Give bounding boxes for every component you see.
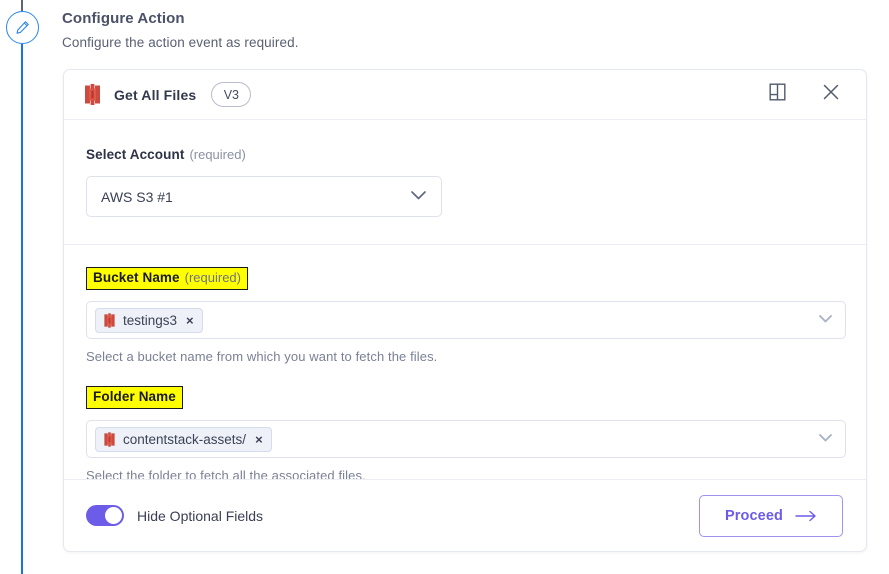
- select-account-label: Select Account: [86, 147, 185, 162]
- folder-name-label: Folder Name: [93, 389, 176, 404]
- edit-step-button[interactable]: [6, 11, 39, 44]
- rail-connector-top: [21, 0, 23, 11]
- chevron-down-icon: [410, 188, 427, 206]
- folder-chip-label: contentstack-assets/: [123, 431, 247, 447]
- card-footer: Hide Optional Fields Proceed: [64, 479, 866, 551]
- page-header: Configure Action Configure the action ev…: [62, 10, 299, 50]
- aws-s3-bucket-icon: [103, 312, 116, 328]
- folder-name-label-highlight: Folder Name: [86, 386, 183, 409]
- pencil-edit-icon: [15, 20, 30, 35]
- aws-s3-bucket-icon: [83, 84, 102, 105]
- card-header: Get All Files V3: [64, 70, 866, 120]
- select-account-required: (required): [189, 147, 246, 162]
- close-button[interactable]: [818, 82, 844, 108]
- bucket-name-label: Bucket Name: [93, 270, 180, 285]
- folder-chip[interactable]: contentstack-assets/ ×: [95, 426, 272, 452]
- arrow-right-icon: [795, 510, 817, 522]
- aws-s3-bucket-icon: [103, 431, 116, 447]
- bucket-name-required: (required): [184, 270, 241, 285]
- bucket-name-select[interactable]: testings3 ×: [86, 301, 846, 339]
- bucket-name-field: Bucket Name (required) testings3 × Selec…: [86, 267, 846, 364]
- bucket-chip-label: testings3: [123, 312, 178, 328]
- bucket-name-label-highlight: Bucket Name (required): [86, 267, 248, 290]
- workflow-rail: [0, 0, 45, 574]
- book-icon: [769, 83, 786, 106]
- hide-optional-fields-toggle[interactable]: [86, 505, 124, 526]
- field-gap: [86, 364, 844, 386]
- version-badge: V3: [211, 82, 252, 107]
- bucket-chip[interactable]: testings3 ×: [95, 307, 203, 333]
- bucket-chip-remove-icon[interactable]: ×: [186, 314, 194, 327]
- account-select[interactable]: AWS S3 #1: [86, 176, 442, 217]
- folder-name-select[interactable]: contentstack-assets/ ×: [86, 420, 846, 458]
- select-account-label-row: Select Account (required): [86, 146, 844, 164]
- fields-section: Bucket Name (required) testings3 × Selec…: [64, 245, 866, 483]
- bucket-name-help: Select a bucket name from which you want…: [86, 349, 438, 364]
- page-subtitle: Configure the action event as required.: [62, 35, 299, 50]
- folder-name-field: Folder Name contentstack-assets/ × Selec…: [86, 386, 846, 483]
- page-title: Configure Action: [62, 10, 185, 27]
- docs-button[interactable]: [764, 82, 790, 108]
- close-icon: [822, 83, 840, 106]
- chevron-down-icon: [818, 311, 833, 329]
- account-select-value: AWS S3 #1: [101, 188, 173, 205]
- proceed-button-label: Proceed: [725, 507, 783, 524]
- select-account-section: Select Account (required) AWS S3 #1: [64, 120, 866, 245]
- hide-optional-fields-label: Hide Optional Fields: [137, 507, 264, 524]
- folder-chip-remove-icon[interactable]: ×: [255, 433, 263, 446]
- toggle-knob: [105, 507, 122, 524]
- action-config-card: Get All Files V3 Select Account (require…: [63, 69, 867, 552]
- card-title: Get All Files: [114, 86, 197, 103]
- chevron-down-icon: [818, 430, 833, 448]
- configure-action-page: Configure Action Configure the action ev…: [0, 0, 889, 574]
- rail-connector-bottom: [21, 44, 23, 574]
- proceed-button[interactable]: Proceed: [699, 494, 843, 537]
